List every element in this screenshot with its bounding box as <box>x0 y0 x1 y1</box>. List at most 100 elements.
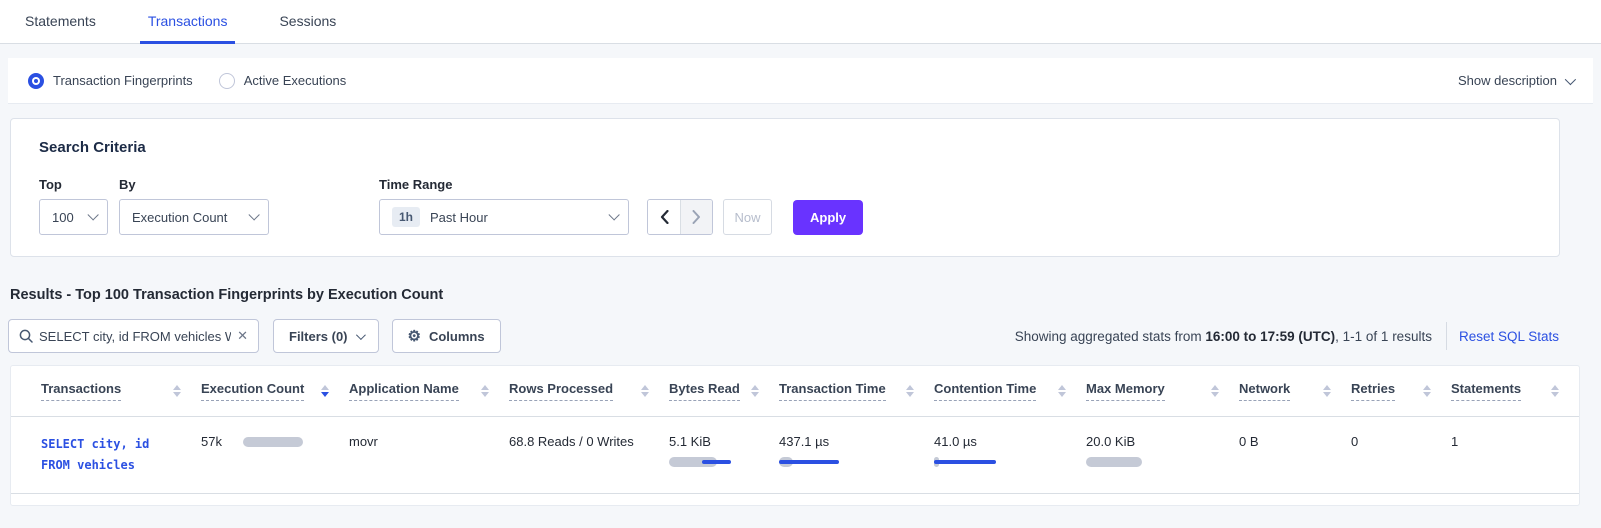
bytes-read-value: 5.1 KiB <box>669 434 759 449</box>
radio-selected-icon[interactable] <box>28 73 44 89</box>
time-range-select[interactable]: 1h Past Hour <box>379 199 629 235</box>
application-name-value: movr <box>349 434 378 449</box>
now-button[interactable]: Now <box>723 199 772 235</box>
execution-count-value: 57k <box>201 434 222 449</box>
column-header-execution-count: Execution Count <box>201 366 349 416</box>
sort-icon[interactable] <box>173 385 181 397</box>
time-range-field: Time Range 1h Past Hour <box>379 177 629 235</box>
cell-rows-processed: 68.8 Reads / 0 Writes <box>509 417 669 493</box>
retries-value: 0 <box>1351 434 1358 449</box>
column-header-max-memory: Max Memory <box>1086 366 1239 416</box>
column-header-contention-time: Contention Time <box>934 366 1086 416</box>
cell-bytes-read: 5.1 KiB <box>669 417 779 493</box>
contention-time-value: 41.0 µs <box>934 434 1066 449</box>
rows-processed-value: 68.8 Reads / 0 Writes <box>509 434 634 449</box>
by-value: Execution Count <box>132 210 227 225</box>
max-memory-value: 20.0 KiB <box>1086 434 1219 449</box>
radio-unselected-icon[interactable] <box>219 73 235 89</box>
sql-search-box[interactable]: ✕ <box>8 319 259 353</box>
time-range-value: Past Hour <box>430 210 488 225</box>
transaction-fingerprint-link[interactable]: SELECT city, idFROM vehicles <box>41 434 181 476</box>
radio-transaction-fingerprints[interactable]: Transaction Fingerprints <box>28 73 193 89</box>
gear-icon: ⚙ <box>408 329 421 344</box>
sort-icon[interactable] <box>481 385 489 397</box>
column-header-retries: Retries <box>1351 366 1451 416</box>
bytes-read-bar <box>669 457 759 467</box>
cell-retries: 0 <box>1351 417 1451 493</box>
previous-range-button[interactable] <box>648 200 680 234</box>
by-select[interactable]: Execution Count <box>119 199 269 235</box>
chevron-down-icon <box>355 330 365 340</box>
top-label: Top <box>39 177 119 192</box>
column-header-transaction-time: Transaction Time <box>779 366 934 416</box>
radio-label: Transaction Fingerprints <box>53 73 193 88</box>
sort-icon[interactable] <box>906 385 914 397</box>
cell-execution-count: 57k <box>201 417 349 493</box>
radio-active-executions[interactable]: Active Executions <box>219 73 347 89</box>
next-range-button[interactable] <box>680 200 712 234</box>
cell-application-name: movr <box>349 417 509 493</box>
clear-search-icon[interactable]: ✕ <box>237 328 248 344</box>
chevron-down-icon <box>608 209 619 220</box>
columns-button[interactable]: ⚙ Columns <box>392 319 501 353</box>
filters-label: Filters (0) <box>289 329 348 344</box>
column-header-statements: Statements <box>1451 366 1579 416</box>
chevron-down-icon <box>1565 73 1576 84</box>
transaction-time-value: 437.1 µs <box>779 434 914 449</box>
reset-sql-stats-link[interactable]: Reset SQL Stats <box>1459 329 1559 344</box>
vertical-divider <box>1446 322 1447 350</box>
sort-icon[interactable] <box>1058 385 1066 397</box>
chevron-right-icon <box>692 210 701 224</box>
cell-transaction-time: 437.1 µs <box>779 417 934 493</box>
sort-icon[interactable] <box>1551 385 1559 397</box>
tab-statements[interactable]: Statements <box>17 0 104 44</box>
search-icon <box>19 329 33 343</box>
contention-time-bar <box>934 457 1066 467</box>
sort-icon[interactable] <box>641 385 649 397</box>
showing-stats-range: 16:00 to 17:59 (UTC) <box>1205 329 1335 344</box>
search-criteria-controls: Top 100 By Execution Count Time Range 1h… <box>39 177 1559 235</box>
top-tab-bar: Statements Transactions Sessions <box>0 0 1601 44</box>
network-value: 0 B <box>1239 434 1259 449</box>
table-header-row: Transactions Execution Count Application… <box>11 366 1579 417</box>
sort-icon[interactable] <box>751 385 759 397</box>
transactions-table: Transactions Execution Count Application… <box>10 365 1580 506</box>
tab-transactions[interactable]: Transactions <box>140 0 236 44</box>
filters-button[interactable]: Filters (0) <box>273 319 379 353</box>
execution-count-bar <box>243 437 303 447</box>
time-range-badge: 1h <box>392 207 420 227</box>
results-controls: ✕ Filters (0) ⚙ Columns Showing aggregat… <box>8 319 1559 353</box>
table-footer-padding <box>11 494 1579 505</box>
top-select[interactable]: 100 <box>39 199 108 235</box>
apply-button[interactable]: Apply <box>793 200 863 235</box>
search-criteria-title: Search Criteria <box>39 139 1559 156</box>
chevron-down-icon <box>248 209 259 220</box>
chevron-left-icon <box>660 210 669 224</box>
search-criteria-panel: Search Criteria Top 100 By Execution Cou… <box>10 118 1560 257</box>
column-header-application-name: Application Name <box>349 366 509 416</box>
time-range-stepper <box>647 199 713 235</box>
column-header-network: Network <box>1239 366 1351 416</box>
column-header-rows-processed: Rows Processed <box>509 366 669 416</box>
columns-label: Columns <box>429 329 485 344</box>
time-range-label: Time Range <box>379 177 629 192</box>
sort-icon-active[interactable] <box>321 385 329 397</box>
show-description-toggle[interactable]: Show description <box>1458 73 1573 88</box>
max-memory-bar <box>1086 457 1219 467</box>
cell-max-memory: 20.0 KiB <box>1086 417 1239 493</box>
showing-stats-text: Showing aggregated stats from 16:00 to 1… <box>1015 329 1432 344</box>
sort-icon[interactable] <box>1323 385 1331 397</box>
by-label: By <box>119 177 379 192</box>
sort-icon[interactable] <box>1211 385 1219 397</box>
column-header-transactions: Transactions <box>11 366 201 416</box>
cell-network: 0 B <box>1239 417 1351 493</box>
sort-icon[interactable] <box>1423 385 1431 397</box>
by-field: By Execution Count <box>119 177 379 235</box>
cell-transaction-fingerprint: SELECT city, idFROM vehicles <box>11 417 201 493</box>
search-input[interactable] <box>39 329 231 344</box>
tab-sessions[interactable]: Sessions <box>271 0 344 44</box>
statements-value: 1 <box>1451 434 1458 449</box>
chevron-down-icon <box>87 209 98 220</box>
transaction-time-bar <box>779 457 914 467</box>
results-title: Results - Top 100 Transaction Fingerprin… <box>10 287 1601 303</box>
